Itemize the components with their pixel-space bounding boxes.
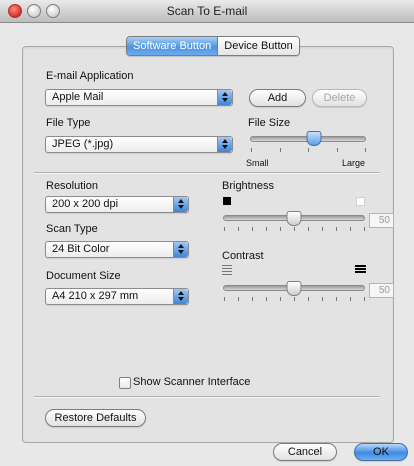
delete-button[interactable]: Delete	[312, 89, 367, 107]
slider-tick	[224, 227, 225, 231]
slider-tick	[294, 227, 295, 231]
file-size-slider[interactable]	[250, 131, 366, 157]
slider-tick	[364, 227, 365, 231]
ok-button[interactable]: OK	[354, 443, 408, 461]
add-button[interactable]: Add	[249, 89, 306, 107]
high-contrast-icon	[355, 265, 366, 275]
slider-tick	[280, 297, 281, 301]
email-application-select[interactable]: Apple Mail	[45, 89, 233, 106]
slider-tick	[364, 297, 365, 301]
file-size-large-label: Large	[342, 158, 366, 168]
popup-arrows-icon	[173, 289, 188, 304]
low-contrast-icon	[222, 265, 232, 275]
slider-tick	[322, 297, 323, 301]
resolution-select[interactable]: 200 x 200 dpi	[45, 196, 189, 213]
email-application-value: Apple Mail	[52, 91, 104, 103]
slider-tick	[336, 148, 338, 152]
slider-tick	[308, 148, 309, 152]
file-type-value: JPEG (*.jpg)	[52, 138, 114, 150]
scan-type-select[interactable]: 24 Bit Color	[45, 241, 189, 258]
slider-tick	[224, 297, 225, 301]
title-bar: Scan To E-mail	[0, 0, 414, 23]
slider-tick	[266, 297, 267, 301]
slider-tick	[266, 227, 267, 231]
scan-type-label: Scan Type	[46, 223, 98, 235]
slider-tick	[279, 148, 281, 152]
slider-tick	[251, 148, 252, 152]
light-brightness-icon	[356, 197, 365, 206]
popup-arrows-icon	[217, 90, 232, 105]
slider-tick	[308, 297, 309, 301]
tab-device-button[interactable]: Device Button	[218, 37, 299, 55]
slider-tick	[280, 227, 281, 231]
brightness-ticks	[223, 227, 365, 231]
restore-defaults-button[interactable]: Restore Defaults	[45, 409, 146, 427]
slider-tick	[252, 297, 253, 301]
file-type-select[interactable]: JPEG (*.jpg)	[45, 136, 233, 153]
slider-tick	[238, 297, 239, 301]
contrast-ticks	[223, 297, 365, 301]
slider-tick	[350, 227, 351, 231]
document-size-select[interactable]: A4 210 x 297 mm	[45, 288, 189, 305]
resolution-label: Resolution	[46, 180, 98, 192]
popup-arrows-icon	[173, 197, 188, 212]
slider-tick	[252, 227, 253, 231]
slider-tick	[365, 148, 366, 152]
window-title: Scan To E-mail	[166, 4, 248, 18]
popup-arrows-icon	[173, 242, 188, 257]
popup-arrows-icon	[217, 137, 232, 152]
scan-type-value: 24 Bit Color	[52, 243, 110, 255]
document-size-label: Document Size	[46, 270, 121, 282]
file-size-ticks	[250, 148, 366, 152]
slider-tick	[350, 297, 351, 301]
file-size-small-label: Small	[246, 158, 269, 168]
slider-tick	[294, 297, 295, 301]
contrast-value-field[interactable]: 50	[369, 283, 394, 298]
file-size-label: File Size	[248, 117, 291, 129]
section-divider	[34, 172, 380, 174]
file-size-knob[interactable]	[306, 131, 322, 146]
slider-tick	[308, 227, 309, 231]
slider-tick	[336, 227, 337, 231]
contrast-label: Contrast	[222, 250, 264, 262]
resolution-value: 200 x 200 dpi	[52, 198, 119, 210]
brightness-knob[interactable]	[286, 211, 302, 226]
contrast-knob[interactable]	[286, 281, 302, 296]
show-scanner-interface-label: Show Scanner Interface	[133, 376, 251, 388]
contrast-slider[interactable]	[223, 281, 365, 303]
dark-brightness-icon	[223, 197, 231, 205]
slider-tick	[238, 227, 239, 231]
document-size-value: A4 210 x 297 mm	[52, 290, 139, 302]
file-type-label: File Type	[46, 117, 91, 129]
brightness-value-field[interactable]: 50	[369, 213, 394, 228]
show-scanner-interface-checkbox[interactable]	[119, 377, 131, 389]
tab-software-button[interactable]: Software Button	[127, 37, 219, 55]
bottom-divider	[34, 396, 380, 398]
slider-tick	[336, 297, 337, 301]
brightness-label: Brightness	[222, 180, 274, 192]
brightness-slider[interactable]	[223, 211, 365, 233]
tab-bar: Software Button Device Button	[126, 36, 300, 56]
email-application-label: E-mail Application	[46, 70, 134, 82]
cancel-button[interactable]: Cancel	[273, 443, 337, 461]
slider-tick	[322, 227, 323, 231]
